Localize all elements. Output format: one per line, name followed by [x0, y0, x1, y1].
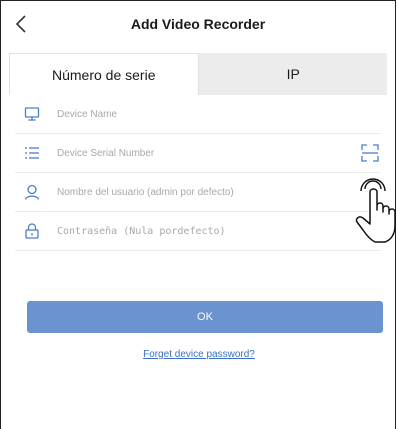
hand-pointer-icon: [355, 178, 396, 243]
tab-bar: Número de serie IP: [9, 53, 387, 95]
add-device-form: [15, 95, 381, 251]
device-name-row: [15, 95, 381, 134]
serial-number-row: [15, 134, 381, 173]
scan-icon[interactable]: [361, 144, 379, 162]
username-input[interactable]: [57, 182, 381, 202]
monitor-icon: [23, 105, 41, 123]
tab-serial-number[interactable]: Número de serie: [9, 53, 199, 95]
serial-number-input[interactable]: [57, 143, 381, 163]
user-icon: [23, 183, 41, 201]
lock-icon: [23, 222, 41, 240]
tab-label: IP: [286, 66, 300, 82]
tab-label: Número de serie: [52, 66, 156, 83]
device-name-input[interactable]: [57, 104, 381, 124]
password-row: [15, 212, 381, 251]
password-input[interactable]: [57, 221, 381, 241]
list-icon: [23, 144, 41, 162]
ok-button[interactable]: OK: [27, 301, 383, 333]
page-title: Add Video Recorder: [130, 16, 266, 32]
header: Add Video Recorder: [1, 1, 395, 47]
forget-password-link[interactable]: Forget device password?: [1, 349, 397, 360]
app-window: Add Video Recorder Número de serie IP De…: [0, 0, 396, 429]
tab-ip[interactable]: IP: [200, 53, 388, 95]
username-row: [15, 173, 381, 212]
chevron-left-icon[interactable]: [11, 13, 33, 35]
ok-button-label: OK: [197, 311, 213, 323]
